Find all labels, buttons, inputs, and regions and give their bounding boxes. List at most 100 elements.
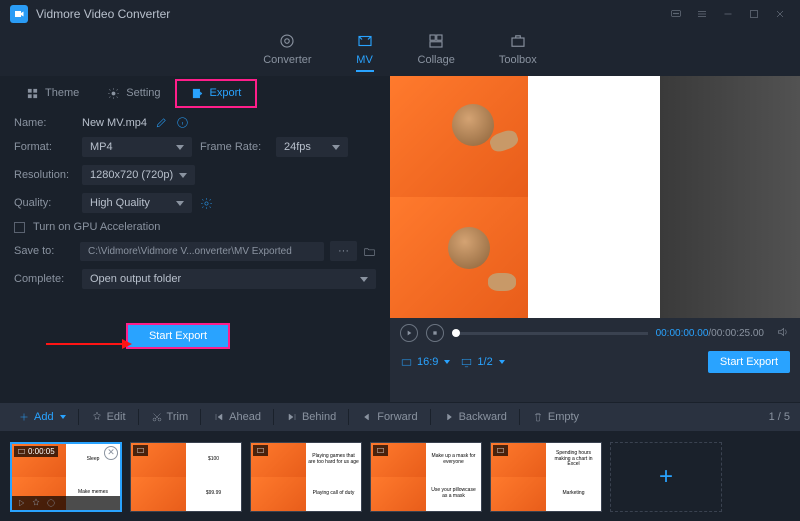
tab-label: Toolbox [499, 54, 537, 66]
ahead-button[interactable]: Ahead [205, 408, 269, 426]
thumb-text: $99.99 [186, 477, 241, 511]
quality-value: High Quality [90, 197, 150, 209]
duration-text: 0:00:05 [28, 447, 55, 456]
app-logo [10, 5, 28, 23]
quality-select[interactable]: High Quality [82, 193, 192, 213]
tab-label: MV [356, 54, 373, 66]
close-button[interactable] [770, 4, 790, 24]
btn-label: Trim [167, 411, 189, 423]
video-preview [390, 76, 800, 318]
thumb-text: Make up a mask for everyone [426, 443, 481, 477]
thumb-text: Playing games that are too hard for us a… [306, 443, 361, 477]
resolution-value: 1280x720 (720p) [90, 169, 173, 181]
format-select[interactable]: MP4 [82, 137, 192, 157]
framerate-value: 24fps [284, 141, 311, 153]
btn-label: Edit [107, 411, 126, 423]
gpu-label: Turn on GPU Acceleration [33, 221, 160, 233]
chevron-down-icon [60, 415, 66, 419]
playhead-dot[interactable] [452, 329, 460, 337]
subtabs: Theme Setting Export [0, 76, 390, 110]
chevron-down-icon [444, 360, 450, 364]
format-value: MP4 [90, 141, 113, 153]
subtab-export[interactable]: Export [175, 79, 258, 108]
trim-icon[interactable] [46, 498, 56, 508]
framerate-label: Frame Rate: [200, 141, 268, 153]
clip-toolbar: Add Edit Trim Ahead Behind Forward Backw… [0, 402, 800, 432]
thumb-text: Marketing [546, 477, 601, 511]
resolution-label: Resolution: [14, 169, 74, 181]
clip-counter: 1 / 5 [769, 411, 790, 423]
chevron-down-icon [176, 145, 184, 150]
annotation-arrow [46, 343, 124, 345]
time-display: 00:00:00.00/00:00:25.00 [656, 328, 764, 339]
timeline-thumbs: SleepMake memes 0:00:05 ✕ $100$99.99 Pla… [0, 432, 800, 521]
top-nav: Converter MV Collage Toolbox [0, 28, 800, 76]
framerate-select[interactable]: 24fps [276, 137, 348, 157]
forward-button[interactable]: Forward [353, 408, 425, 426]
gpu-checkbox[interactable] [14, 222, 25, 233]
complete-select[interactable]: Open output folder [82, 269, 376, 289]
behind-button[interactable]: Behind [278, 408, 344, 426]
thumb-type-icon [493, 445, 508, 456]
remove-thumb-icon[interactable]: ✕ [104, 446, 118, 460]
trim-button[interactable]: Trim [143, 408, 197, 426]
thumb-type-icon [253, 445, 268, 456]
start-export-button[interactable]: Start Export [126, 323, 230, 349]
info-icon[interactable] [176, 116, 189, 129]
play-icon[interactable] [16, 498, 26, 508]
feedback-icon[interactable] [666, 4, 686, 24]
duration-badge: 0:00:05 [14, 446, 58, 457]
screen-page-select[interactable]: 1/2 [460, 356, 504, 369]
maximize-button[interactable] [744, 4, 764, 24]
btn-label: Behind [302, 411, 336, 423]
edit-icon[interactable] [31, 498, 41, 508]
chevron-down-icon [499, 360, 505, 364]
time-total: /00:00:25.00 [708, 328, 764, 339]
minimize-button[interactable] [718, 4, 738, 24]
thumb-5[interactable]: Spending hours making a chart in ExcelMa… [490, 442, 602, 512]
time-current: 00:00:00.00 [656, 328, 709, 339]
thumb-4[interactable]: Make up a mask for everyoneUse your pill… [370, 442, 482, 512]
add-button[interactable]: Add [10, 408, 74, 426]
resolution-select[interactable]: 1280x720 (720p) [82, 165, 195, 185]
preview-panel: 00:00:00.00/00:00:25.00 16:9 1/2 Start E… [390, 76, 800, 402]
add-clip-button[interactable]: + [610, 442, 722, 512]
quality-settings-icon[interactable] [200, 197, 213, 210]
saveto-path: C:\Vidmore\Vidmore V...onverter\MV Expor… [80, 242, 324, 261]
browse-button[interactable]: ··· [330, 241, 357, 261]
thumb-3[interactable]: Playing games that are too hard for us a… [250, 442, 362, 512]
app-title: Vidmore Video Converter [36, 7, 660, 21]
play-button[interactable] [400, 324, 418, 342]
btn-label: Add [34, 411, 54, 423]
btn-label: Backward [459, 411, 507, 423]
preview-options: 16:9 1/2 Start Export [390, 348, 800, 376]
name-label: Name: [14, 117, 74, 129]
chevron-down-icon [176, 201, 184, 206]
thumb-1[interactable]: SleepMake memes 0:00:05 ✕ [10, 442, 122, 512]
menu-icon[interactable] [692, 4, 712, 24]
thumb-text: Use your pillowcase as a mask [426, 477, 481, 511]
chevron-down-icon [179, 173, 187, 178]
tab-toolbox[interactable]: Toolbox [499, 32, 537, 72]
thumb-text: Playing call of duty [306, 477, 361, 511]
subtab-setting[interactable]: Setting [93, 81, 174, 106]
tab-mv[interactable]: MV [356, 32, 374, 72]
tab-collage[interactable]: Collage [418, 32, 455, 72]
volume-icon[interactable] [776, 325, 790, 342]
open-folder-icon[interactable] [363, 245, 376, 258]
edit-button[interactable]: Edit [83, 408, 134, 426]
empty-button[interactable]: Empty [524, 408, 587, 426]
edit-name-icon[interactable] [155, 116, 168, 129]
stop-button[interactable] [426, 324, 444, 342]
tab-converter[interactable]: Converter [263, 32, 311, 72]
name-value: New MV.mp4 [82, 117, 147, 129]
thumb-actions [12, 496, 120, 510]
backward-button[interactable]: Backward [435, 408, 515, 426]
seek-bar[interactable] [452, 332, 648, 335]
thumb-text: Spending hours making a chart in Excel [546, 443, 601, 477]
btn-label: Empty [548, 411, 579, 423]
aspect-ratio-select[interactable]: 16:9 [400, 356, 450, 369]
subtab-theme[interactable]: Theme [12, 81, 93, 106]
thumb-2[interactable]: $100$99.99 [130, 442, 242, 512]
start-export-button-2[interactable]: Start Export [708, 351, 790, 373]
